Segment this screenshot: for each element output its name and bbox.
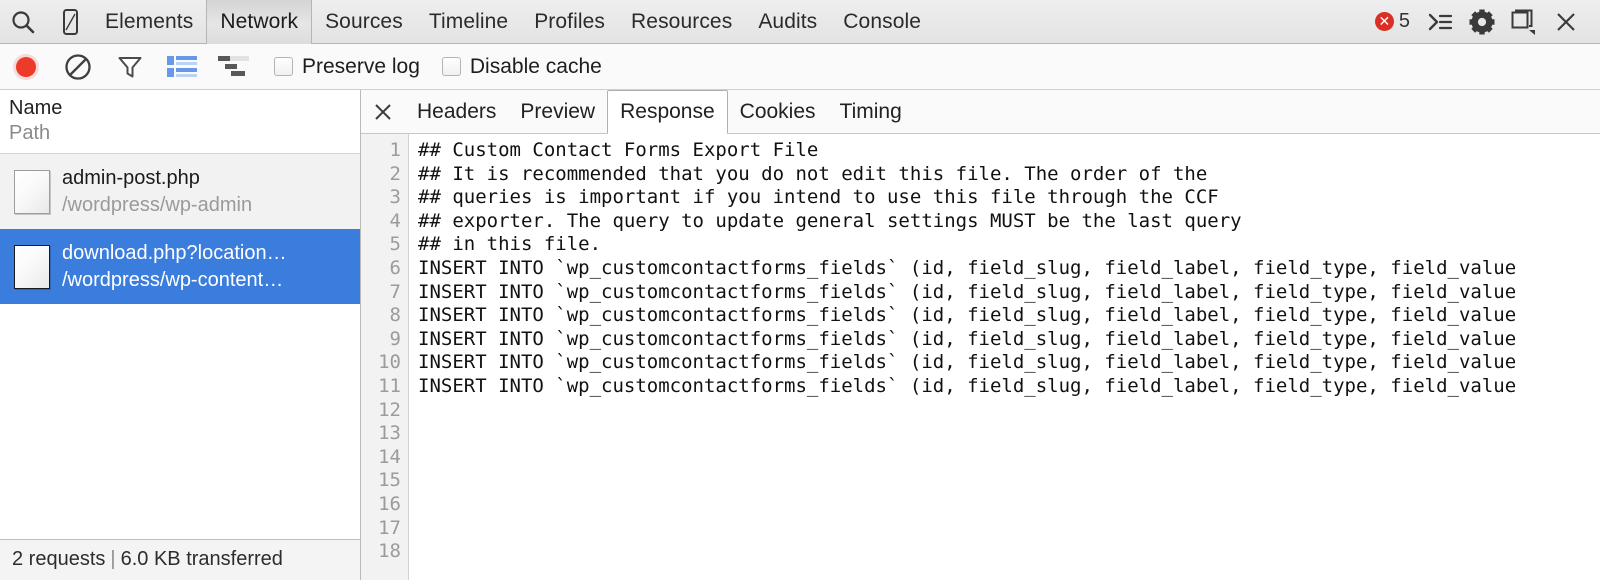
line-number: 18 xyxy=(378,540,401,563)
code-line: ## Custom Contact Forms Export File xyxy=(418,139,819,161)
line-number: 6 xyxy=(389,256,401,279)
tabbar-right-controls: ✕ 5 xyxy=(1374,0,1600,44)
tab-network[interactable]: Network xyxy=(206,0,313,44)
document-icon xyxy=(14,169,50,214)
close-icon[interactable] xyxy=(361,90,405,133)
gear-icon[interactable] xyxy=(1462,0,1502,44)
line-number: 17 xyxy=(378,516,401,539)
tab-response[interactable]: Response xyxy=(607,90,728,134)
line-number: 5 xyxy=(389,233,401,256)
tab-sources[interactable]: Sources xyxy=(312,0,416,44)
line-number: 2 xyxy=(389,162,401,185)
detail-tabs: Headers Preview Response Cookies Timing xyxy=(361,90,1600,134)
close-icon[interactable] xyxy=(1546,0,1586,44)
tab-audits[interactable]: Audits xyxy=(745,0,830,44)
code-line: ## exporter. The query to update general… xyxy=(418,209,1242,232)
requests-panel: Name Path admin-post.php /wordpress/wp-a… xyxy=(0,90,361,580)
console-drawer-icon[interactable] xyxy=(1420,0,1460,44)
error-circle-icon: ✕ xyxy=(1374,12,1394,31)
disable-cache-box[interactable] xyxy=(441,57,461,76)
error-count-badge[interactable]: ✕ 5 xyxy=(1374,10,1410,33)
response-body-viewer[interactable]: 1 2 3 4 5 6 7 8 9 10 11 12 13 14 15 16 1 xyxy=(361,134,1600,580)
devtools-tabbar: Elements Network Sources Timeline Profil… xyxy=(0,0,1600,44)
request-text: download.php?location… /wordpress/wp-con… xyxy=(62,240,287,294)
code-line: INSERT INTO `wp_customcontactforms_field… xyxy=(418,351,1517,374)
request-name: admin-post.php xyxy=(62,166,200,189)
preserve-log-label: Preserve log xyxy=(302,54,420,78)
request-path: /wordpress/wp-content… xyxy=(62,268,284,291)
line-number: 7 xyxy=(389,280,401,303)
disable-cache-checkbox[interactable]: Disable cache xyxy=(441,54,602,79)
code-line: ## queries is important if you intend to… xyxy=(418,186,1219,209)
line-number: 11 xyxy=(378,374,401,397)
request-text: admin-post.php /wordpress/wp-admin xyxy=(62,165,252,219)
line-number: 1 xyxy=(389,139,401,161)
line-number: 14 xyxy=(378,445,401,468)
line-number: 13 xyxy=(378,422,401,445)
code-line: INSERT INTO `wp_customcontactforms_field… xyxy=(418,374,1517,397)
code-line: INSERT INTO `wp_customcontactforms_field… xyxy=(418,327,1517,350)
preserve-log-box[interactable] xyxy=(274,57,293,76)
requests-list-header[interactable]: Name Path xyxy=(0,90,360,154)
line-number: 3 xyxy=(389,186,401,209)
line-number-gutter: 1 2 3 4 5 6 7 8 9 10 11 12 13 14 15 16 1 xyxy=(361,134,409,580)
column-header-path[interactable]: Path xyxy=(9,121,360,146)
main-split: Name Path admin-post.php /wordpress/wp-a… xyxy=(0,90,1600,580)
error-count-label: 5 xyxy=(1398,10,1410,32)
tab-timeline[interactable]: Timeline xyxy=(416,0,521,44)
code-line: INSERT INTO `wp_customcontactforms_field… xyxy=(418,280,1517,303)
code-line: INSERT INTO `wp_customcontactforms_field… xyxy=(418,304,1517,327)
code-line: INSERT INTO `wp_customcontactforms_field… xyxy=(418,256,1517,279)
device-toolbar-icon[interactable] xyxy=(46,0,92,44)
clear-icon[interactable] xyxy=(52,44,104,90)
detail-panel: Headers Preview Response Cookies Timing … xyxy=(361,90,1600,580)
column-header-name[interactable]: Name xyxy=(9,96,360,121)
status-separator: | xyxy=(110,548,116,570)
table-row[interactable]: download.php?location… /wordpress/wp-con… xyxy=(0,229,360,304)
line-number: 4 xyxy=(389,209,401,232)
status-bar: 2 requests | 6.0 KB transferred xyxy=(0,539,360,580)
tab-elements[interactable]: Elements xyxy=(92,0,206,44)
network-toolbar: Preserve log Disable cache xyxy=(0,44,1600,90)
line-number: 9 xyxy=(389,327,401,350)
tab-profiles[interactable]: Profiles xyxy=(521,0,618,44)
code-line: ## in this file. xyxy=(418,233,602,256)
line-number: 10 xyxy=(378,351,401,374)
status-transferred: 6.0 KB transferred xyxy=(120,548,283,570)
line-number: 15 xyxy=(378,469,401,492)
record-button-icon[interactable] xyxy=(0,44,52,90)
table-row[interactable]: admin-post.php /wordpress/wp-admin xyxy=(0,154,360,229)
devtools-window: Elements Network Sources Timeline Profil… xyxy=(0,0,1600,580)
requests-list: admin-post.php /wordpress/wp-admin downl… xyxy=(0,154,360,539)
tab-console[interactable]: Console xyxy=(830,0,934,44)
list-view-icon[interactable] xyxy=(156,44,208,90)
request-path: /wordpress/wp-admin xyxy=(62,193,253,216)
panel-tabs: Elements Network Sources Timeline Profil… xyxy=(92,0,934,44)
tab-cookies[interactable]: Cookies xyxy=(728,90,828,134)
document-icon xyxy=(14,244,50,289)
tab-timing[interactable]: Timing xyxy=(828,90,914,134)
preserve-log-checkbox[interactable]: Preserve log xyxy=(274,55,420,79)
dock-position-icon[interactable] xyxy=(1504,0,1544,44)
line-number: 12 xyxy=(378,398,401,421)
request-name: download.php?location… xyxy=(62,241,287,264)
status-request-count: 2 requests xyxy=(12,548,106,570)
line-number: 8 xyxy=(389,304,401,327)
tab-headers[interactable]: Headers xyxy=(405,90,508,134)
waterfall-view-icon[interactable] xyxy=(208,44,260,90)
search-icon[interactable] xyxy=(0,0,46,44)
line-number: 16 xyxy=(378,492,401,515)
disable-cache-label: Disable cache xyxy=(469,54,602,78)
code-line: ## It is recommended that you do not edi… xyxy=(418,162,1208,185)
tab-preview[interactable]: Preview xyxy=(508,90,607,134)
filter-icon[interactable] xyxy=(104,44,156,90)
response-code-text[interactable]: ## Custom Contact Forms Export File ## I… xyxy=(409,134,1600,580)
tab-resources[interactable]: Resources xyxy=(618,0,745,44)
